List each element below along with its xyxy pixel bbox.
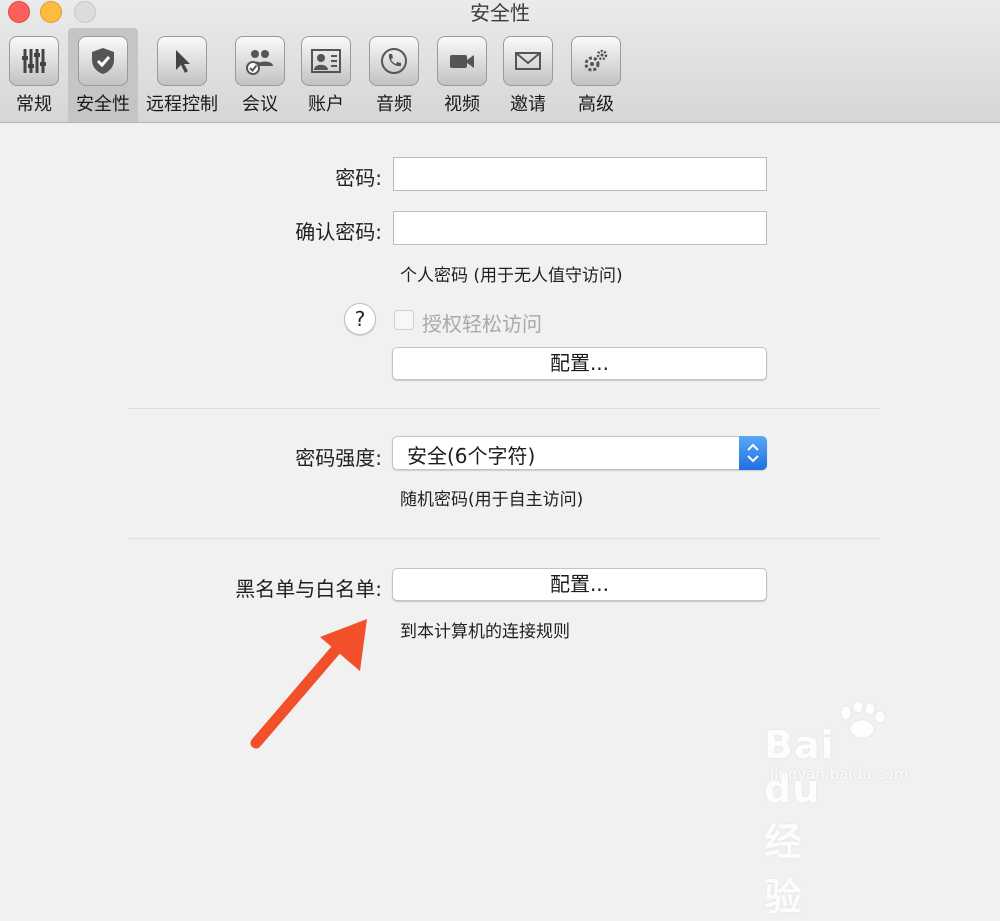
annotation-arrow-icon	[250, 619, 367, 749]
easy-access-label: 授权轻松访问	[422, 312, 542, 336]
tab-label: 远程控制	[146, 94, 218, 115]
easy-access-checkbox[interactable]	[394, 310, 414, 330]
tab-invite[interactable]: 邀请	[502, 28, 554, 122]
lists-config-button[interactable]: 配置...	[392, 568, 767, 601]
watermark-url: jingyan.baidu.com	[770, 765, 909, 783]
tab-label: 安全性	[76, 94, 130, 115]
easy-access-config-button[interactable]: 配置...	[392, 347, 767, 380]
tab-advanced[interactable]: 高级	[570, 28, 622, 122]
confirm-password-label: 确认密码:	[295, 220, 382, 244]
watermark-brand: Bai du 经验	[764, 723, 835, 919]
random-password-hint: 随机密码(用于自主访问)	[400, 490, 584, 510]
section-divider	[128, 538, 880, 539]
shield-icon	[78, 36, 128, 86]
meeting-icon	[235, 36, 285, 86]
tab-label: 账户	[308, 94, 344, 115]
gears-icon	[571, 36, 621, 86]
video-camera-icon	[437, 36, 487, 86]
password-strength-value: 安全(6个字符)	[407, 444, 536, 468]
tab-security[interactable]: 安全性	[68, 28, 138, 122]
tab-video[interactable]: 视频	[436, 28, 488, 122]
tab-label: 高级	[578, 94, 614, 115]
tab-label: 常规	[16, 94, 52, 115]
cursor-icon	[157, 36, 207, 86]
password-label: 密码:	[335, 166, 382, 190]
contact-card-icon	[301, 36, 351, 86]
tab-label: 邀请	[510, 94, 546, 115]
tab-general[interactable]: 常规	[6, 28, 62, 122]
help-button[interactable]: ?	[344, 303, 376, 335]
connection-rules-hint: 到本计算机的连接规则	[400, 622, 570, 642]
preferences-toolbar: 安全性 常规 安全性 远程控制 会议 账户 音频 视频 邀请 高级	[0, 0, 1000, 123]
password-field[interactable]	[393, 157, 767, 191]
tab-account[interactable]: 账户	[300, 28, 352, 122]
password-strength-label: 密码强度:	[295, 446, 382, 470]
tab-meeting[interactable]: 会议	[234, 28, 286, 122]
blacklist-whitelist-label: 黑名单与白名单:	[235, 577, 382, 601]
paw-icon	[840, 701, 886, 739]
password-strength-select[interactable]: 安全(6个字符)	[392, 436, 767, 470]
tab-label: 视频	[444, 94, 480, 115]
tab-audio[interactable]: 音频	[368, 28, 420, 122]
tab-remote-control[interactable]: 远程控制	[144, 28, 220, 122]
personal-password-hint: 个人密码 (用于无人值守访问)	[400, 266, 623, 286]
confirm-password-field[interactable]	[393, 211, 767, 245]
tab-label: 音频	[376, 94, 412, 115]
envelope-icon	[503, 36, 553, 86]
window-title: 安全性	[470, 1, 530, 25]
section-divider	[128, 408, 880, 409]
phone-icon	[369, 36, 419, 86]
sliders-icon	[9, 36, 59, 86]
chevron-up-down-icon	[739, 436, 767, 470]
tab-label: 会议	[242, 94, 278, 115]
